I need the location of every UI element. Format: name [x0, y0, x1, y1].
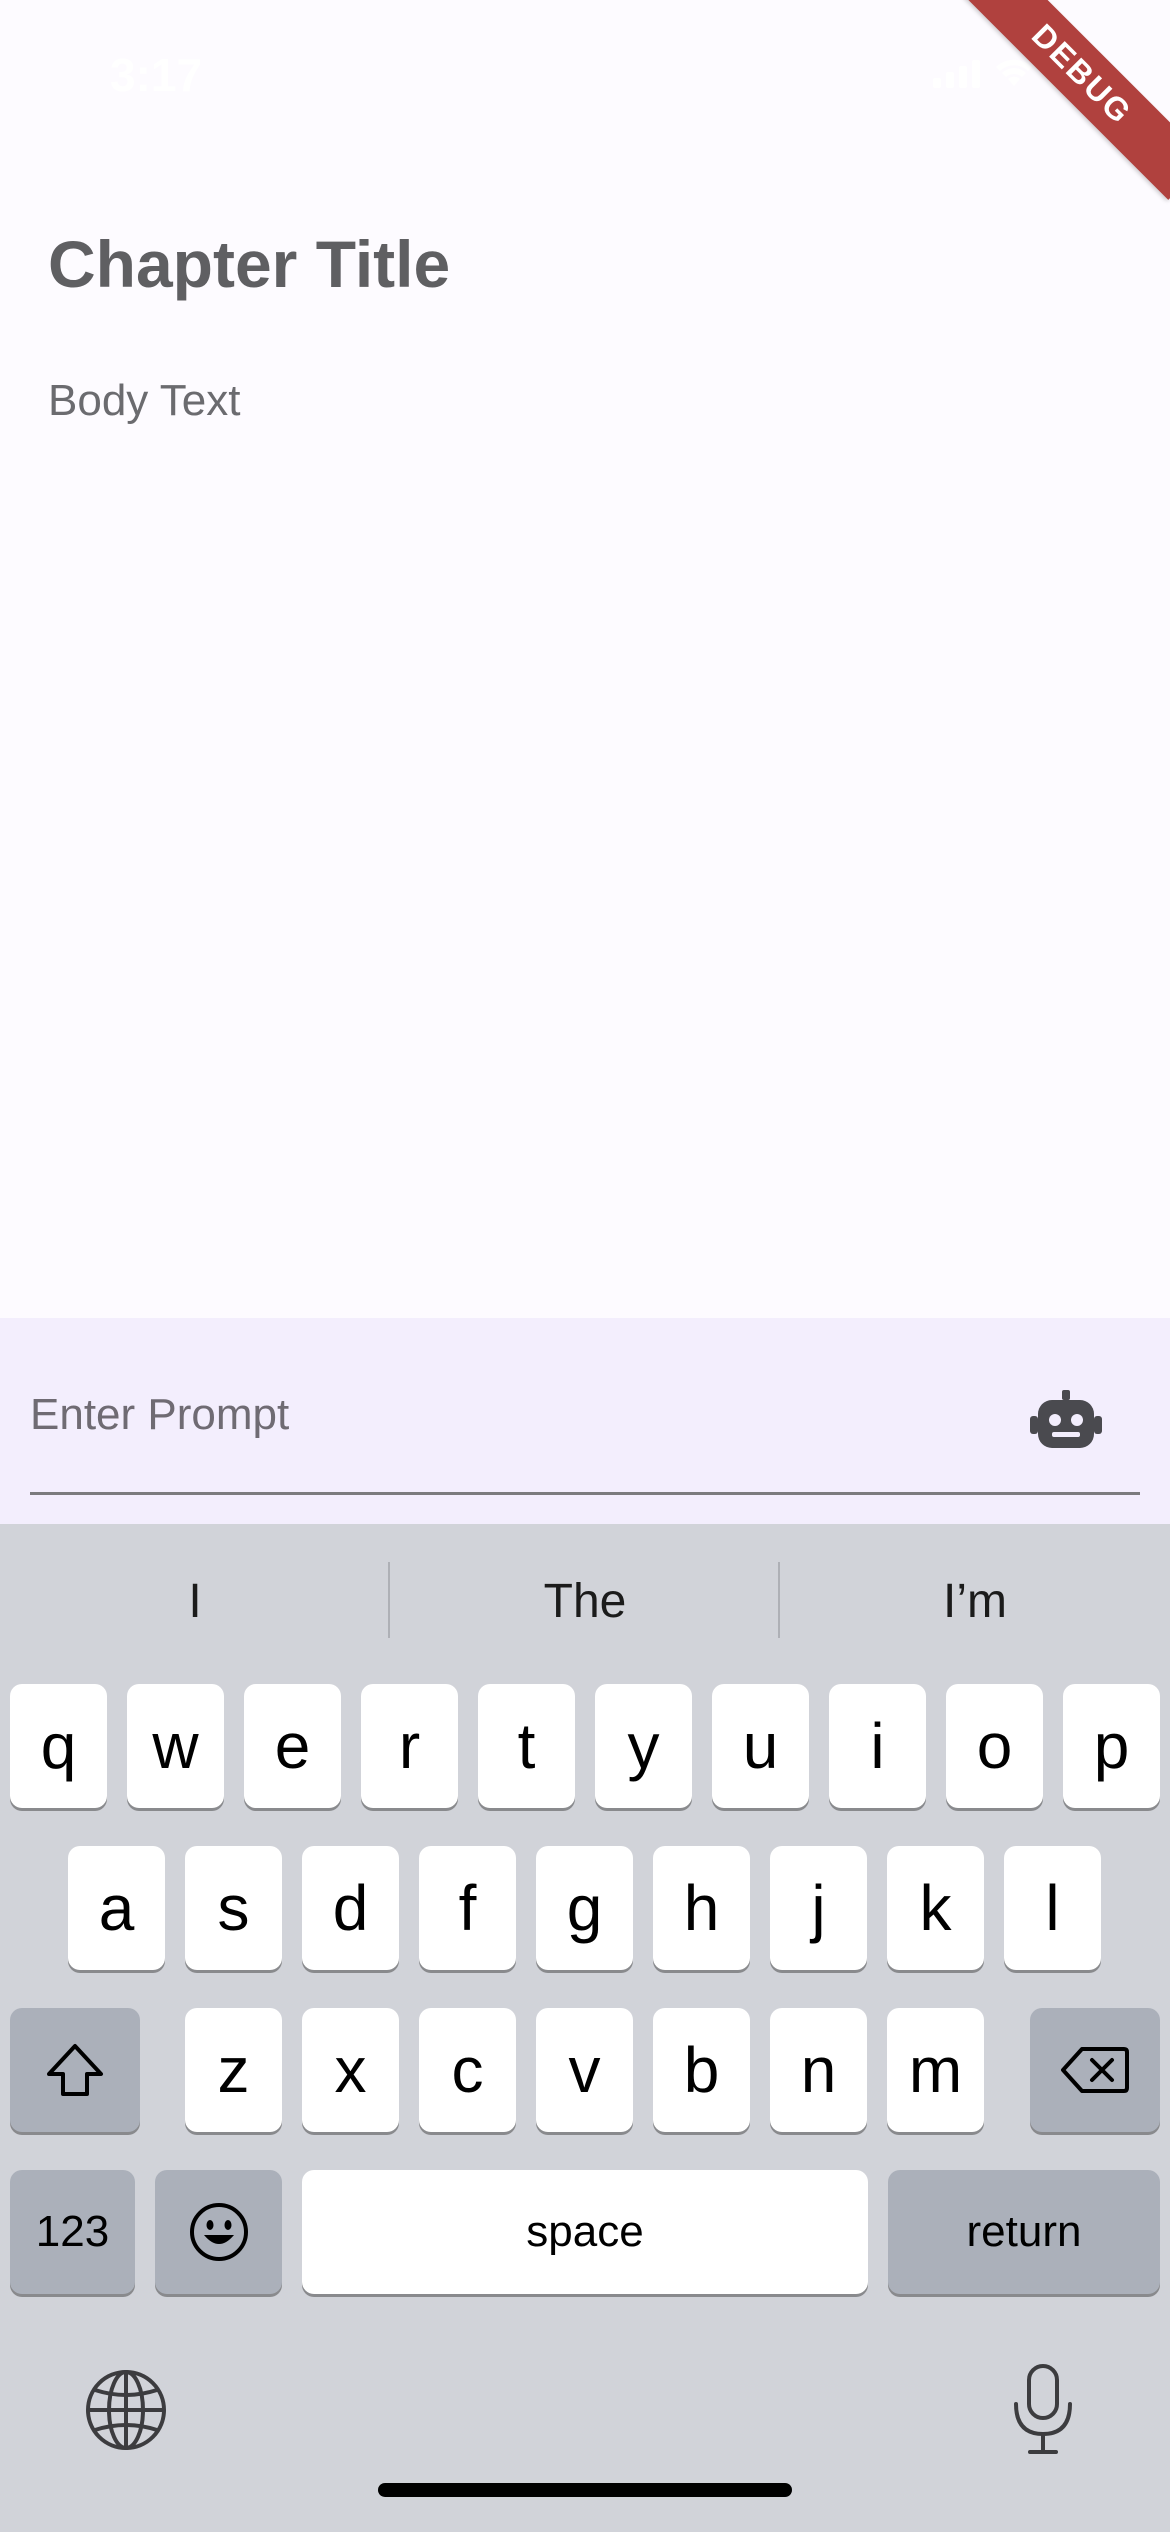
- backspace-icon: [1061, 2047, 1129, 2093]
- return-key[interactable]: return: [888, 2170, 1160, 2294]
- cellular-signal-icon: [933, 58, 980, 88]
- shift-icon: [47, 2044, 103, 2096]
- numbers-key[interactable]: 123: [10, 2170, 135, 2294]
- suggestion-bar: I The I’m: [0, 1524, 1170, 1674]
- key-z[interactable]: z: [185, 2008, 282, 2132]
- suggestion-3[interactable]: I’m: [780, 1562, 1170, 1642]
- emoji-icon: [189, 2203, 248, 2261]
- key-c[interactable]: c: [419, 2008, 516, 2132]
- key-y[interactable]: y: [595, 1684, 692, 1808]
- key-v[interactable]: v: [536, 2008, 633, 2132]
- key-l[interactable]: l: [1004, 1846, 1101, 1970]
- key-j[interactable]: j: [770, 1846, 867, 1970]
- keyboard: I The I’m q w e r t y u i o p a s d f g …: [0, 1524, 1170, 2532]
- key-q[interactable]: q: [10, 1684, 107, 1808]
- robot-icon[interactable]: [1030, 1390, 1102, 1452]
- prompt-bar: [0, 1318, 1170, 1524]
- key-k[interactable]: k: [887, 1846, 984, 1970]
- key-n[interactable]: n: [770, 2008, 867, 2132]
- microphone-icon[interactable]: [1008, 2362, 1078, 2458]
- key-m[interactable]: m: [887, 2008, 984, 2132]
- key-i[interactable]: i: [829, 1684, 926, 1808]
- key-a[interactable]: a: [68, 1846, 165, 1970]
- space-key[interactable]: space: [302, 2170, 868, 2294]
- status-time: 3:17: [110, 49, 203, 101]
- body-text: Body Text: [48, 376, 241, 425]
- emoji-key[interactable]: [155, 2170, 282, 2294]
- key-x[interactable]: x: [302, 2008, 399, 2132]
- key-d[interactable]: d: [302, 1846, 399, 1970]
- key-b[interactable]: b: [653, 2008, 750, 2132]
- prompt-underline: [30, 1492, 1140, 1495]
- key-g[interactable]: g: [536, 1846, 633, 1970]
- suggestion-1[interactable]: I: [0, 1562, 390, 1642]
- suggestion-2[interactable]: The: [390, 1562, 780, 1642]
- key-s[interactable]: s: [185, 1846, 282, 1970]
- home-indicator[interactable]: [378, 2483, 792, 2497]
- key-p[interactable]: p: [1063, 1684, 1160, 1808]
- key-r[interactable]: r: [361, 1684, 458, 1808]
- key-e[interactable]: e: [244, 1684, 341, 1808]
- key-f[interactable]: f: [419, 1846, 516, 1970]
- key-u[interactable]: u: [712, 1684, 809, 1808]
- shift-key[interactable]: [10, 2008, 140, 2132]
- chapter-title: Chapter Title: [48, 227, 451, 301]
- key-o[interactable]: o: [946, 1684, 1043, 1808]
- key-w[interactable]: w: [127, 1684, 224, 1808]
- backspace-key[interactable]: [1030, 2008, 1160, 2132]
- key-h[interactable]: h: [653, 1846, 750, 1970]
- wifi-icon: [996, 59, 1032, 86]
- globe-icon[interactable]: [84, 2368, 168, 2452]
- prompt-input[interactable]: [30, 1370, 1030, 1460]
- key-t[interactable]: t: [478, 1684, 575, 1808]
